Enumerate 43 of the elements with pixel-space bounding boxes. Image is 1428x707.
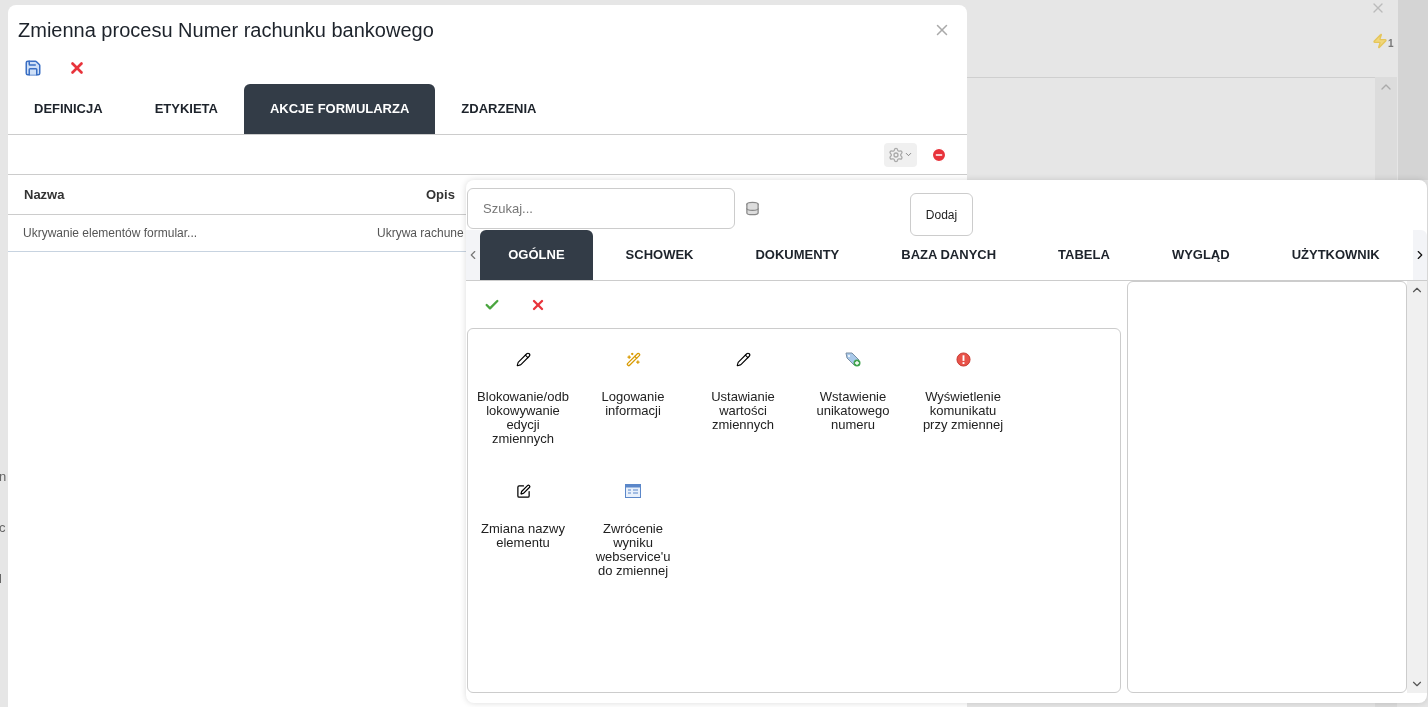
tab[interactable]: AKCJE FORMULARZA — [243, 84, 436, 134]
save-icon[interactable] — [24, 59, 42, 77]
form-window-icon — [625, 484, 641, 498]
tab[interactable]: SCHOWEK — [596, 230, 723, 280]
magic-wand-icon — [625, 351, 641, 367]
action-item[interactable]: Wyświetlenie komunikatu przy zmiennej — [908, 351, 1018, 483]
text-fragment: l — [0, 572, 3, 585]
tab[interactable]: DOKUMENTY — [726, 230, 869, 280]
dialog-title: Zmienna procesu Numer rachunku bankowego — [18, 18, 434, 43]
edit-icon — [515, 483, 531, 499]
tab[interactable]: UŻYTKOWNIK — [1262, 230, 1409, 280]
text-fragment: c — [0, 521, 7, 534]
search-field[interactable]: Szukaj... — [467, 188, 735, 229]
action-item[interactable]: Zwrócenie wyniku webservice'u do zmiennej — [578, 483, 688, 615]
table-cell-text: Ukrywa rachune — [377, 225, 464, 242]
table-cell-text: Ukrywanie elementów formular... — [22, 225, 199, 242]
database-icon[interactable] — [745, 201, 760, 216]
tab[interactable]: ETYKIETA — [128, 84, 244, 134]
scrollbar[interactable] — [1407, 281, 1427, 693]
gear-icon — [888, 146, 904, 163]
tag-add-icon — [845, 351, 861, 367]
column-header: Nazwa — [23, 185, 66, 204]
settings-dropdown[interactable] — [884, 142, 917, 167]
action-item[interactable]: Zmiana nazwy elementu — [468, 483, 578, 615]
action-item[interactable]: Ustawianie wartości zmiennych — [688, 351, 798, 483]
pencil-icon — [515, 351, 531, 367]
delete-icon[interactable] — [68, 59, 86, 77]
action-item[interactable]: Wstawienie unikatowego numeru — [798, 351, 908, 483]
remove-icon[interactable] — [931, 146, 947, 163]
tab[interactable]: OGÓLNE — [480, 230, 593, 280]
pencil-icon — [735, 351, 751, 367]
column-header: Opis — [426, 185, 455, 204]
tab[interactable]: DEFINICJA — [8, 84, 129, 134]
scroll-left-button[interactable] — [466, 230, 481, 280]
tab[interactable]: WYGLĄD — [1142, 230, 1259, 280]
caret-icon — [904, 150, 913, 159]
tab[interactable]: TABELA — [1029, 230, 1139, 280]
text-fragment: n — [0, 470, 7, 483]
action-item[interactable]: Blokowanie/odb lokowywanie edycji zmiennych — [468, 351, 578, 483]
tab[interactable]: ZDARZENIA — [435, 84, 563, 134]
add-button[interactable]: Dodaj — [910, 193, 973, 236]
action-item[interactable]: Logowanie informacji — [578, 351, 688, 483]
alert-icon — [955, 351, 971, 367]
